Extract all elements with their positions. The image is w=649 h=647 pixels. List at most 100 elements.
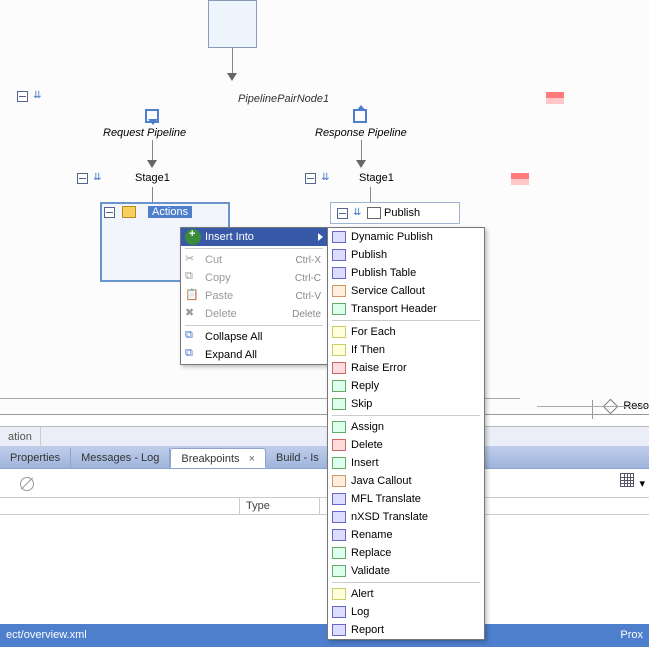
dnd-handle-icon[interactable]: [353, 208, 364, 219]
error-flag-icon[interactable]: [546, 92, 564, 104]
right-pane-tab[interactable]: Reso: [592, 400, 649, 419]
action-icon: [332, 547, 346, 559]
dropdown-arrow-icon[interactable]: ▾: [639, 478, 645, 490]
menu-separator: [185, 248, 323, 249]
submenu-item[interactable]: Raise Error: [328, 359, 484, 377]
submenu-label: Dynamic Publish: [351, 231, 478, 243]
submenu-label: Java Callout: [351, 475, 478, 487]
submenu-item[interactable]: Dynamic Publish: [328, 228, 484, 246]
submenu-label: Delete: [351, 439, 478, 451]
shortcut-label: Ctrl-C: [295, 273, 321, 284]
panel-toolbar: ▾: [620, 473, 645, 490]
minor-tab-partial[interactable]: ation: [0, 427, 41, 447]
tab-breakpoints[interactable]: Breakpoints ×: [170, 448, 266, 468]
submenu-label: Validate: [351, 565, 478, 577]
collapse-icon[interactable]: [17, 91, 28, 102]
dnd-handle-icon[interactable]: [321, 173, 332, 184]
bottom-tab-bar: Properties Messages - Log Breakpoints × …: [0, 446, 649, 468]
connector-line: [361, 140, 362, 162]
publish-node[interactable]: Publish: [330, 202, 460, 224]
submenu-label: Publish Table: [351, 267, 478, 279]
submenu-item[interactable]: Insert: [328, 454, 484, 472]
actions-title: Actions: [148, 206, 192, 218]
menu-label: Cut: [205, 254, 295, 266]
submenu-item[interactable]: Delete: [328, 436, 484, 454]
action-icon: [332, 267, 346, 279]
menu-delete: ✖ Delete Delete: [181, 305, 327, 323]
submenu-item[interactable]: Publish Table: [328, 264, 484, 282]
menu-collapse-all[interactable]: ⧉ Collapse All: [181, 328, 327, 346]
collapse-icon[interactable]: [337, 208, 348, 219]
collapse-icon[interactable]: [104, 207, 115, 218]
submenu-item[interactable]: Skip: [328, 395, 484, 413]
collapse-icon[interactable]: [305, 173, 316, 184]
action-icon: [332, 285, 346, 297]
tab-properties[interactable]: Properties: [0, 448, 71, 468]
action-icon: [332, 475, 346, 487]
column-header[interactable]: [0, 498, 240, 514]
action-icon: [332, 529, 346, 541]
error-flag-icon[interactable]: [511, 173, 529, 185]
menu-label: Copy: [205, 272, 295, 284]
start-node[interactable]: [208, 0, 257, 48]
collapse-icon[interactable]: [77, 173, 88, 184]
actions-controls[interactable]: [104, 206, 138, 218]
submenu-label: MFL Translate: [351, 493, 478, 505]
menu-insert-into[interactable]: + Insert Into: [181, 228, 327, 246]
disable-filter-icon[interactable]: [20, 477, 34, 491]
connector-line: [370, 187, 371, 202]
submenu-item[interactable]: Java Callout: [328, 472, 484, 490]
submenu-item[interactable]: Transport Header: [328, 300, 484, 318]
submenu-arrow-icon: [318, 233, 323, 241]
submenu-item[interactable]: Replace: [328, 544, 484, 562]
submenu-item[interactable]: Assign: [328, 418, 484, 436]
stage-controls[interactable]: [77, 172, 104, 184]
menu-copy: ⧉ Copy Ctrl-C: [181, 269, 327, 287]
close-icon[interactable]: ×: [249, 453, 255, 465]
submenu-item[interactable]: nXSD Translate: [328, 508, 484, 526]
paste-icon: 📋: [185, 288, 201, 304]
dnd-handle-icon[interactable]: [93, 173, 104, 184]
pipeline-pair-label[interactable]: PipelinePairNode1: [238, 93, 329, 105]
stage-label[interactable]: Stage1: [359, 172, 394, 184]
submenu-item[interactable]: If Then: [328, 341, 484, 359]
request-arrow-icon: [145, 109, 159, 123]
breakpoints-panel: ▾ Type: [0, 468, 649, 624]
submenu-item[interactable]: Alert: [328, 585, 484, 603]
action-icon: [332, 588, 346, 600]
arrow-icon: [147, 160, 157, 168]
submenu-label: Replace: [351, 547, 478, 559]
action-icon: [332, 380, 346, 392]
submenu-item[interactable]: Service Callout: [328, 282, 484, 300]
action-icon: [332, 493, 346, 505]
action-icon: [332, 565, 346, 577]
submenu-item[interactable]: For Each: [328, 323, 484, 341]
submenu-label: Skip: [351, 398, 478, 410]
submenu-item[interactable]: Report: [328, 621, 484, 639]
delete-icon: ✖: [185, 306, 201, 322]
stage-controls[interactable]: [305, 172, 332, 184]
action-icon: [332, 398, 346, 410]
submenu-item[interactable]: Reply: [328, 377, 484, 395]
grid-view-icon[interactable]: [620, 473, 634, 487]
dnd-handle-icon[interactable]: [33, 91, 44, 102]
submenu-item[interactable]: Publish: [328, 246, 484, 264]
tab-build[interactable]: Build - Is: [266, 448, 330, 468]
stage-label[interactable]: Stage1: [135, 172, 170, 184]
tab-messages-log[interactable]: Messages - Log: [71, 448, 170, 468]
insert-into-submenu: Dynamic Publish Publish Publish Table Servi…: [327, 227, 485, 640]
column-header[interactable]: Type: [240, 498, 320, 514]
submenu-item[interactable]: Rename: [328, 526, 484, 544]
submenu-item[interactable]: MFL Translate: [328, 490, 484, 508]
action-icon: [332, 249, 346, 261]
submenu-label: If Then: [351, 344, 478, 356]
filter-row: [20, 477, 34, 494]
scissors-icon: ✂: [185, 252, 201, 268]
submenu-label: nXSD Translate: [351, 511, 478, 523]
submenu-item[interactable]: Log: [328, 603, 484, 621]
insert-into-icon: +: [185, 229, 201, 245]
submenu-item[interactable]: Validate: [328, 562, 484, 580]
menu-separator: [332, 582, 480, 583]
menu-expand-all[interactable]: ⧉ Expand All: [181, 346, 327, 364]
pipeline-pair-controls[interactable]: [17, 90, 44, 102]
